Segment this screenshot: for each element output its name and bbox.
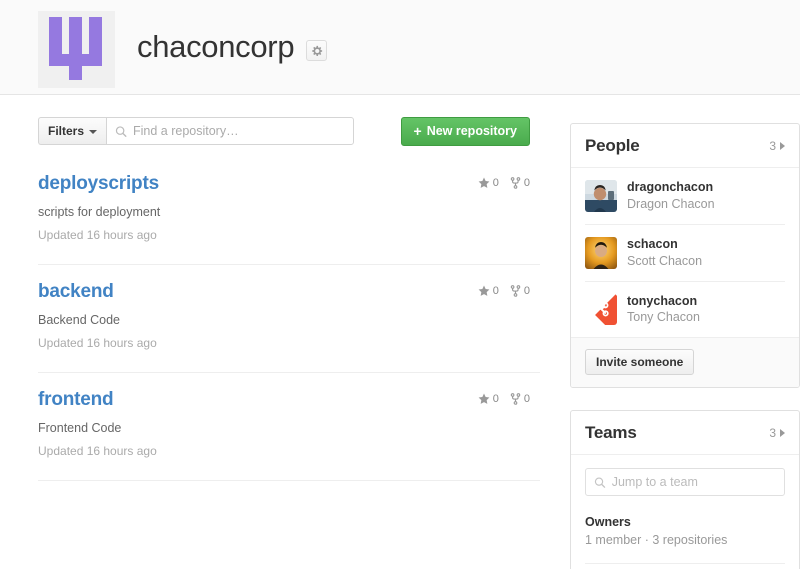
page-body: Filters + New repository deployscripts s… — [0, 95, 800, 569]
team-meta: 1 member · 3 repositories — [585, 533, 728, 548]
list-item[interactable]: schacon Scott Chacon — [585, 225, 785, 282]
repository-stats: 0 0 — [478, 393, 530, 405]
people-count-value: 3 — [769, 139, 776, 153]
repository-toolbar: Filters + New repository — [38, 116, 540, 146]
org-header: chaconcorp — [0, 0, 800, 95]
repository-description: scripts for deployment — [38, 205, 161, 219]
star-count-value: 0 — [492, 285, 499, 297]
search-icon — [594, 477, 606, 488]
search-icon — [115, 125, 127, 137]
person-login: schacon — [627, 236, 678, 251]
avatar — [585, 236, 617, 269]
repository-search[interactable] — [106, 117, 355, 145]
avatar — [585, 293, 617, 326]
invite-someone-button[interactable]: Invite someone — [585, 349, 695, 376]
filters-dropdown-button[interactable]: Filters — [38, 117, 107, 145]
person-info: tonychacon Tony Chacon — [627, 293, 700, 327]
repository-item: backend Backend Code Updated 16 hours ag… — [38, 265, 540, 373]
new-repository-button[interactable]: + New repository — [400, 116, 530, 146]
psi-trident-logo-icon — [38, 11, 115, 88]
avatar — [585, 179, 617, 212]
user-photo-icon — [585, 179, 617, 212]
user-photo-icon — [585, 236, 617, 269]
team-search-input[interactable] — [611, 475, 776, 490]
fork-count-value: 0 — [523, 177, 530, 189]
repository-updated: Updated 16 hours ago — [38, 336, 157, 350]
chevron-down-icon — [89, 129, 98, 134]
people-card: People 3 dragonchacon Dragon Chacon scha… — [570, 123, 800, 389]
chevron-right-icon — [780, 429, 785, 438]
person-info: schacon Scott Chacon — [627, 236, 702, 270]
new-repository-label: New repository — [426, 124, 517, 138]
repository-description: Frontend Code — [38, 421, 122, 435]
people-card-title: People — [585, 136, 640, 155]
teams-list: Owners 1 member · 3 repositories Fronten… — [571, 468, 799, 569]
filters-label: Filters — [48, 124, 85, 138]
person-login: dragonchacon — [627, 180, 714, 194]
gear-icon — [311, 45, 322, 56]
people-card-header: People 3 — [571, 124, 799, 168]
list-item[interactable]: dragonchacon Dragon Chacon — [585, 168, 785, 225]
org-avatar — [38, 11, 115, 88]
repository-stats: 0 0 — [478, 177, 530, 189]
repository-item: deployscripts scripts for deployment Upd… — [38, 163, 540, 265]
teams-count-value: 3 — [769, 426, 776, 441]
fork-icon — [510, 177, 521, 189]
star-count[interactable]: 0 — [478, 285, 499, 297]
person-info: dragonchacon Dragon Chacon — [627, 179, 715, 213]
repository-updated: Updated 16 hours ago — [38, 444, 157, 458]
star-icon — [478, 177, 490, 188]
star-count[interactable]: 0 — [478, 177, 499, 189]
person-fullname: Scott Chacon — [627, 253, 703, 268]
person-fullname: Tony Chacon — [627, 310, 700, 325]
list-item[interactable]: tonychacon Tony Chacon — [585, 282, 785, 338]
star-count-value: 0 — [492, 177, 499, 189]
teams-card-header: Teams 3 — [571, 411, 799, 456]
page-title: chaconcorp — [137, 29, 295, 65]
fork-icon — [510, 393, 521, 405]
org-settings-button[interactable] — [306, 40, 328, 61]
fork-count[interactable]: 0 — [510, 285, 530, 297]
fork-count[interactable]: 0 — [510, 393, 530, 405]
repository-description: Backend Code — [38, 313, 121, 327]
chevron-right-icon — [780, 142, 785, 150]
list-item[interactable]: Owners 1 member · 3 repositories — [585, 500, 785, 564]
repository-list: deployscripts scripts for deployment Upd… — [38, 163, 540, 481]
repository-item: frontend Frontend Code Updated 16 hours … — [38, 373, 540, 481]
people-card-footer: Invite someone — [571, 337, 799, 388]
team-name: Owners — [585, 515, 631, 530]
fork-icon — [510, 285, 521, 297]
star-icon — [478, 285, 490, 296]
teams-card: Teams 3 Owners 1 member · 3 repositori — [570, 410, 800, 569]
repository-name-link[interactable]: deployscripts — [38, 173, 159, 194]
plus-icon: + — [413, 123, 422, 139]
fork-count[interactable]: 0 — [510, 177, 530, 189]
people-count-link[interactable]: 3 — [769, 139, 785, 153]
person-fullname: Dragon Chacon — [627, 196, 715, 211]
team-search[interactable] — [585, 468, 785, 497]
star-count-value: 0 — [492, 393, 499, 405]
person-login: tonychacon — [627, 293, 698, 308]
fork-count-value: 0 — [523, 393, 530, 405]
teams-count-link[interactable]: 3 — [769, 426, 785, 440]
repository-stats: 0 0 — [478, 285, 530, 297]
sidebar-column: People 3 dragonchacon Dragon Chacon scha… — [570, 95, 800, 569]
star-count[interactable]: 0 — [478, 393, 499, 405]
repository-updated: Updated 16 hours ago — [38, 228, 157, 242]
fork-count-value: 0 — [523, 285, 530, 297]
repository-name-link[interactable]: backend — [38, 281, 114, 302]
search-input[interactable] — [133, 124, 346, 138]
teams-card-title: Teams — [585, 423, 637, 443]
repository-name-link[interactable]: frontend — [38, 389, 114, 410]
star-icon — [478, 393, 490, 404]
git-logo-icon — [585, 293, 617, 326]
list-item[interactable]: Frontend Developers 2 members · 2 reposi… — [585, 564, 785, 569]
repositories-column: Filters + New repository deployscripts s… — [0, 95, 540, 569]
people-list: dragonchacon Dragon Chacon schacon Scott… — [571, 168, 799, 337]
